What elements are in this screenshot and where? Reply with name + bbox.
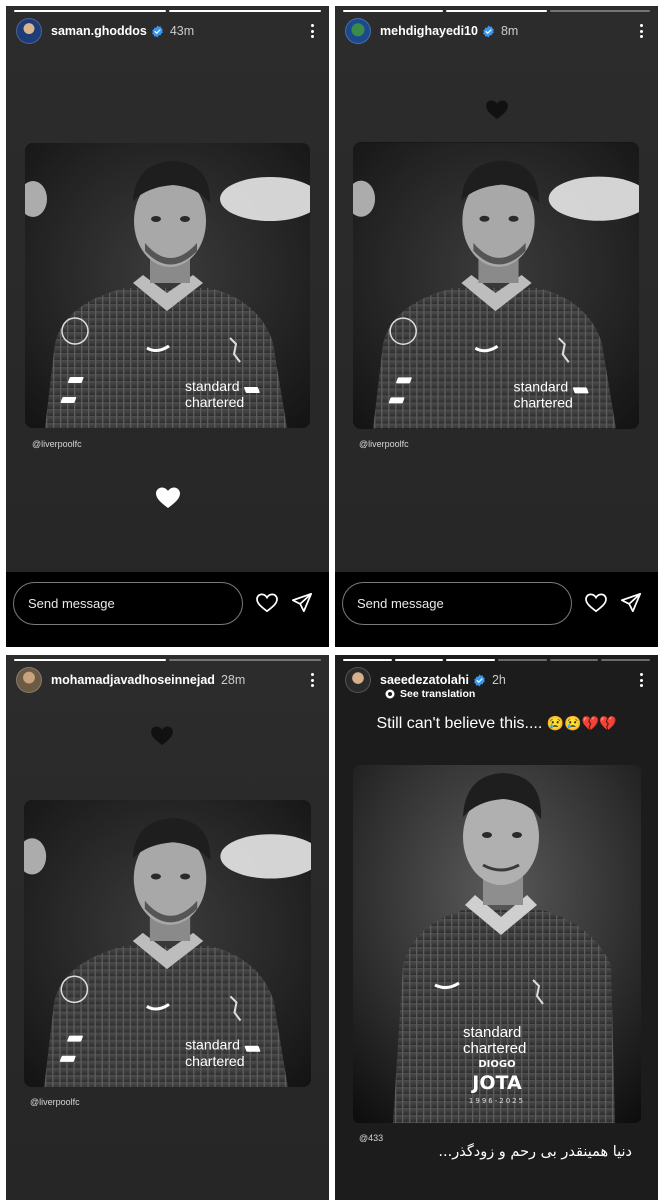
- svg-text:standard: standard: [185, 1037, 240, 1053]
- verified-badge-icon: [474, 674, 485, 686]
- svg-text:standard: standard: [463, 1024, 521, 1041]
- story-photo: standard chartered: [24, 800, 311, 1087]
- story-photo: standard chartered: [25, 143, 310, 428]
- send-icon[interactable]: [291, 592, 313, 614]
- white-heart-icon: [156, 487, 180, 509]
- avatar[interactable]: [345, 667, 371, 693]
- svg-text:standard: standard: [514, 378, 569, 394]
- svg-text:chartered: chartered: [463, 1040, 526, 1057]
- more-options-icon[interactable]: [632, 21, 650, 41]
- svg-text:1996-2025: 1996-2025: [469, 1097, 525, 1105]
- avatar[interactable]: [345, 18, 371, 44]
- post-time: 28m: [220, 673, 246, 687]
- credit-mention[interactable]: @liverpoolfc: [359, 439, 409, 449]
- more-options-icon[interactable]: [303, 670, 321, 690]
- story-panel[interactable]: saeedezatolahi 2h See translation Still …: [335, 655, 658, 1200]
- post-time: 2h: [491, 673, 506, 687]
- more-options-icon[interactable]: [303, 21, 321, 41]
- story-progress: [14, 659, 321, 661]
- black-heart-icon: [486, 100, 508, 120]
- username[interactable]: mehdighayedi10: [380, 24, 478, 38]
- black-heart-icon: [151, 726, 173, 746]
- post-time: 43m: [169, 24, 195, 38]
- username[interactable]: saman.ghoddos: [51, 24, 147, 38]
- avatar[interactable]: [16, 18, 42, 44]
- see-translation-label: See translation: [400, 688, 476, 700]
- story-photo: standard chartered DIOGO JOTA 1996-2025: [353, 765, 641, 1123]
- rtl-caption: دنیا همینقدر بی رحم و زودگذر...: [438, 1144, 632, 1160]
- story-panel[interactable]: mehdighayedi10 8m standard chartered @li…: [335, 6, 658, 647]
- story-header: mohamadjavadhoseinnejad 28m: [16, 666, 321, 694]
- see-translation-link[interactable]: See translation: [385, 688, 475, 700]
- story-footer: [6, 572, 329, 647]
- like-heart-icon[interactable]: [256, 593, 278, 613]
- story-caption: Still can't believe this.... 😢😢💔💔: [335, 715, 658, 733]
- story-progress: [343, 659, 651, 661]
- story-footer: [335, 572, 658, 647]
- send-message-input[interactable]: [13, 582, 243, 625]
- story-photo: standard chartered: [353, 142, 639, 429]
- like-heart-icon[interactable]: [585, 593, 607, 613]
- username[interactable]: saeedezatolahi: [380, 673, 469, 687]
- caption-text: Still can't believe this....: [376, 715, 543, 732]
- avatar[interactable]: [16, 667, 42, 693]
- svg-text:DIOGO: DIOGO: [478, 1059, 515, 1070]
- credit-mention[interactable]: @liverpoolfc: [32, 439, 82, 449]
- translate-icon: [385, 689, 395, 699]
- send-icon[interactable]: [620, 592, 642, 614]
- story-progress: [343, 10, 650, 12]
- more-options-icon[interactable]: [632, 670, 650, 690]
- story-header: mehdighayedi10 8m: [345, 17, 650, 45]
- story-panel[interactable]: mohamadjavadhoseinnejad 28m standard cha…: [6, 655, 329, 1200]
- username[interactable]: mohamadjavadhoseinnejad: [51, 673, 215, 687]
- credit-mention[interactable]: @433: [359, 1133, 383, 1143]
- svg-text:chartered: chartered: [185, 1053, 244, 1069]
- post-time: 8m: [500, 24, 519, 38]
- story-progress: [14, 10, 321, 12]
- svg-text:chartered: chartered: [185, 394, 244, 410]
- verified-badge-icon: [151, 25, 163, 37]
- svg-text:JOTA: JOTA: [470, 1072, 522, 1094]
- svg-text:standard: standard: [185, 378, 239, 394]
- story-header: saman.ghoddos 43m: [16, 17, 321, 45]
- send-message-input[interactable]: [342, 582, 572, 625]
- story-panel[interactable]: saman.ghoddos 43m standard chartered @li…: [6, 6, 329, 647]
- verified-badge-icon: [483, 25, 494, 37]
- caption-emoji: 😢😢💔💔: [546, 715, 617, 731]
- credit-mention[interactable]: @liverpoolfc: [30, 1097, 80, 1107]
- svg-text:chartered: chartered: [514, 394, 573, 410]
